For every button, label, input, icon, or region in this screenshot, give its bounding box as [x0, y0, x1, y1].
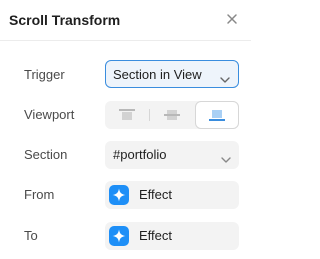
section-label: Section	[24, 147, 68, 162]
to-effect-button[interactable]: Effect	[105, 222, 239, 250]
viewport-segmented-control	[105, 101, 239, 129]
align-bottom-icon	[209, 110, 225, 121]
align-center-icon	[164, 110, 180, 120]
sparkle-icon	[109, 185, 129, 205]
viewport-option-bottom[interactable]	[195, 101, 239, 129]
viewport-option-top[interactable]	[105, 101, 149, 129]
from-effect-label: Effect	[139, 187, 173, 202]
trigger-select-value: Section in View	[113, 67, 202, 82]
from-label: From	[24, 187, 55, 202]
align-top-icon	[119, 109, 135, 120]
viewport-option-center[interactable]	[150, 101, 194, 129]
to-label: To	[24, 228, 38, 243]
scroll-transform-panel: Scroll Transform Trigger Section in View…	[0, 0, 251, 259]
trigger-label: Trigger	[24, 67, 65, 82]
from-effect-button[interactable]: Effect	[105, 181, 239, 209]
sparkle-icon	[109, 226, 129, 246]
trigger-select[interactable]: Section in View	[105, 60, 239, 88]
chevron-down-icon	[220, 71, 230, 83]
to-effect-label: Effect	[139, 228, 173, 243]
viewport-label: Viewport	[24, 107, 75, 122]
close-icon[interactable]	[224, 11, 240, 27]
panel-header: Scroll Transform	[0, 0, 251, 41]
chevron-down-icon	[221, 151, 231, 163]
section-select-value: #portfolio	[113, 147, 167, 162]
section-select[interactable]: #portfolio	[105, 141, 239, 169]
panel-title: Scroll Transform	[9, 12, 121, 28]
